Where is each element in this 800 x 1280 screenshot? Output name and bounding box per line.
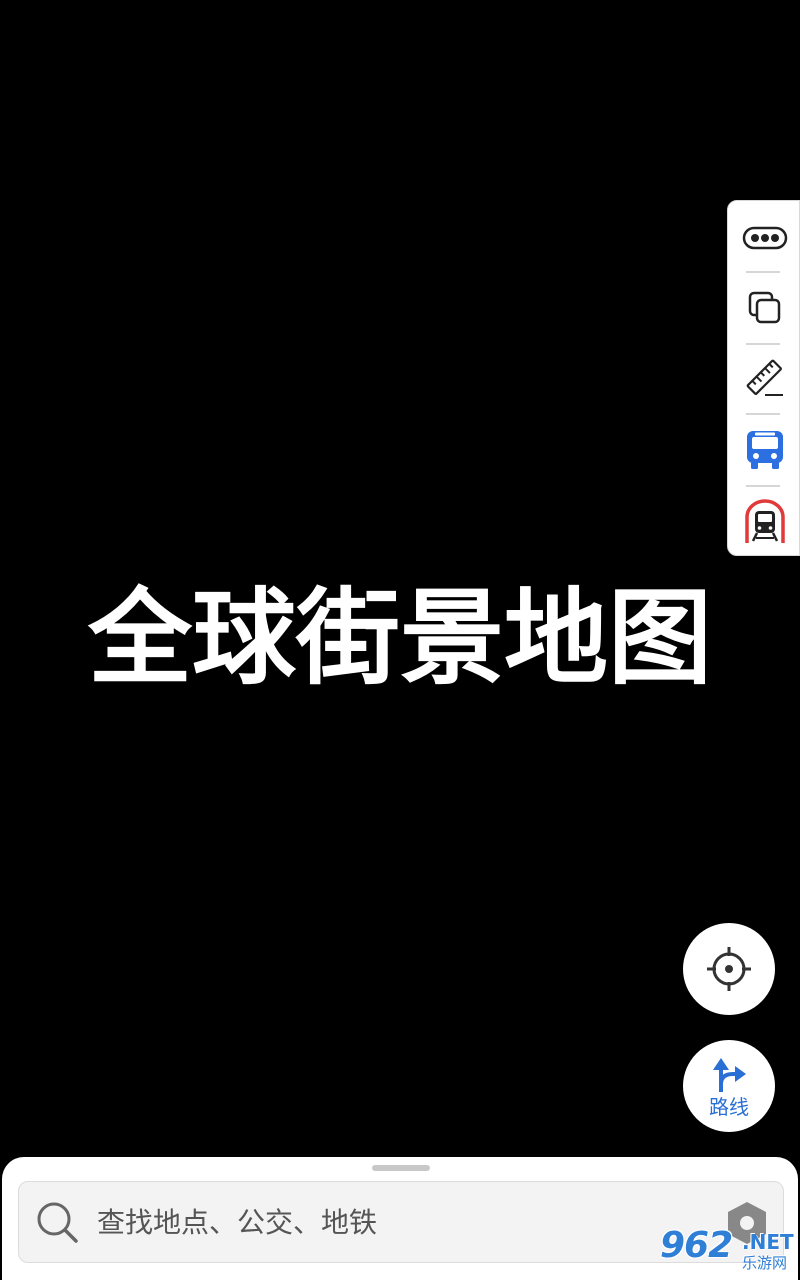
toolbar-divider (746, 413, 780, 415)
search-icon (37, 1202, 78, 1243)
crosshair-icon (707, 947, 751, 991)
toolbar-more-button[interactable] (728, 207, 800, 269)
toolbar-divider (746, 343, 780, 345)
ruler-icon (746, 359, 783, 396)
route-button[interactable]: 路线 (683, 1040, 775, 1132)
bus-icon (746, 431, 783, 469)
watermark-sub: 乐游网 (742, 1254, 788, 1272)
map-screen: 全球街景地图 路线 查找地点、公交、地铁 962 .NET 乐游网 (0, 0, 800, 1280)
watermark-main: 962 (660, 1225, 733, 1266)
layers-icon (748, 291, 780, 324)
subway-icon (744, 499, 785, 543)
route-label: 路线 (709, 1095, 749, 1119)
sheet-handle[interactable] (372, 1165, 430, 1171)
toolbar-ruler-button[interactable] (728, 347, 800, 409)
search-input[interactable] (95, 1196, 659, 1248)
toolbar-divider (746, 485, 780, 487)
locate-button[interactable] (683, 923, 775, 1015)
toolbar-subway-button[interactable] (728, 491, 800, 553)
toolbar-divider (746, 271, 780, 273)
page-title: 全球街景地图 (87, 577, 712, 699)
toolbar-layers-button[interactable] (728, 277, 800, 339)
watermark-net: .NET (742, 1230, 794, 1254)
toolbar-bus-button[interactable] (728, 419, 800, 481)
watermark-logo: 962 .NET 乐游网 (660, 1228, 796, 1278)
route-arrow-icon (713, 1058, 746, 1092)
map-toolbar (727, 200, 800, 556)
more-icon (742, 226, 787, 250)
